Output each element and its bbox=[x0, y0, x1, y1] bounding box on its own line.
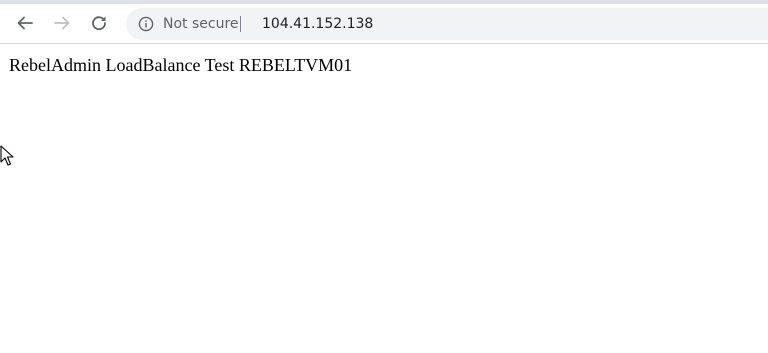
address-bar[interactable]: Not secure 104.41.152.138 bbox=[126, 8, 768, 40]
forward-button[interactable] bbox=[48, 9, 76, 37]
forward-arrow-icon bbox=[54, 16, 70, 30]
security-status-label[interactable]: Not secure bbox=[163, 15, 239, 33]
browser-toolbar: Not secure 104.41.152.138 bbox=[0, 4, 768, 44]
url-text[interactable]: 104.41.152.138 bbox=[262, 15, 373, 33]
back-arrow-icon bbox=[17, 16, 33, 30]
address-divider bbox=[240, 16, 241, 32]
info-icon[interactable] bbox=[138, 16, 154, 32]
reload-button[interactable] bbox=[85, 9, 113, 37]
page-body-text: RebelAdmin LoadBalance Test REBELTVM01 bbox=[9, 55, 353, 75]
back-button[interactable] bbox=[11, 9, 39, 37]
reload-icon bbox=[92, 16, 106, 31]
mouse-cursor-icon bbox=[0, 145, 14, 166]
page-content: RebelAdmin LoadBalance Test REBELTVM01 bbox=[0, 45, 768, 353]
